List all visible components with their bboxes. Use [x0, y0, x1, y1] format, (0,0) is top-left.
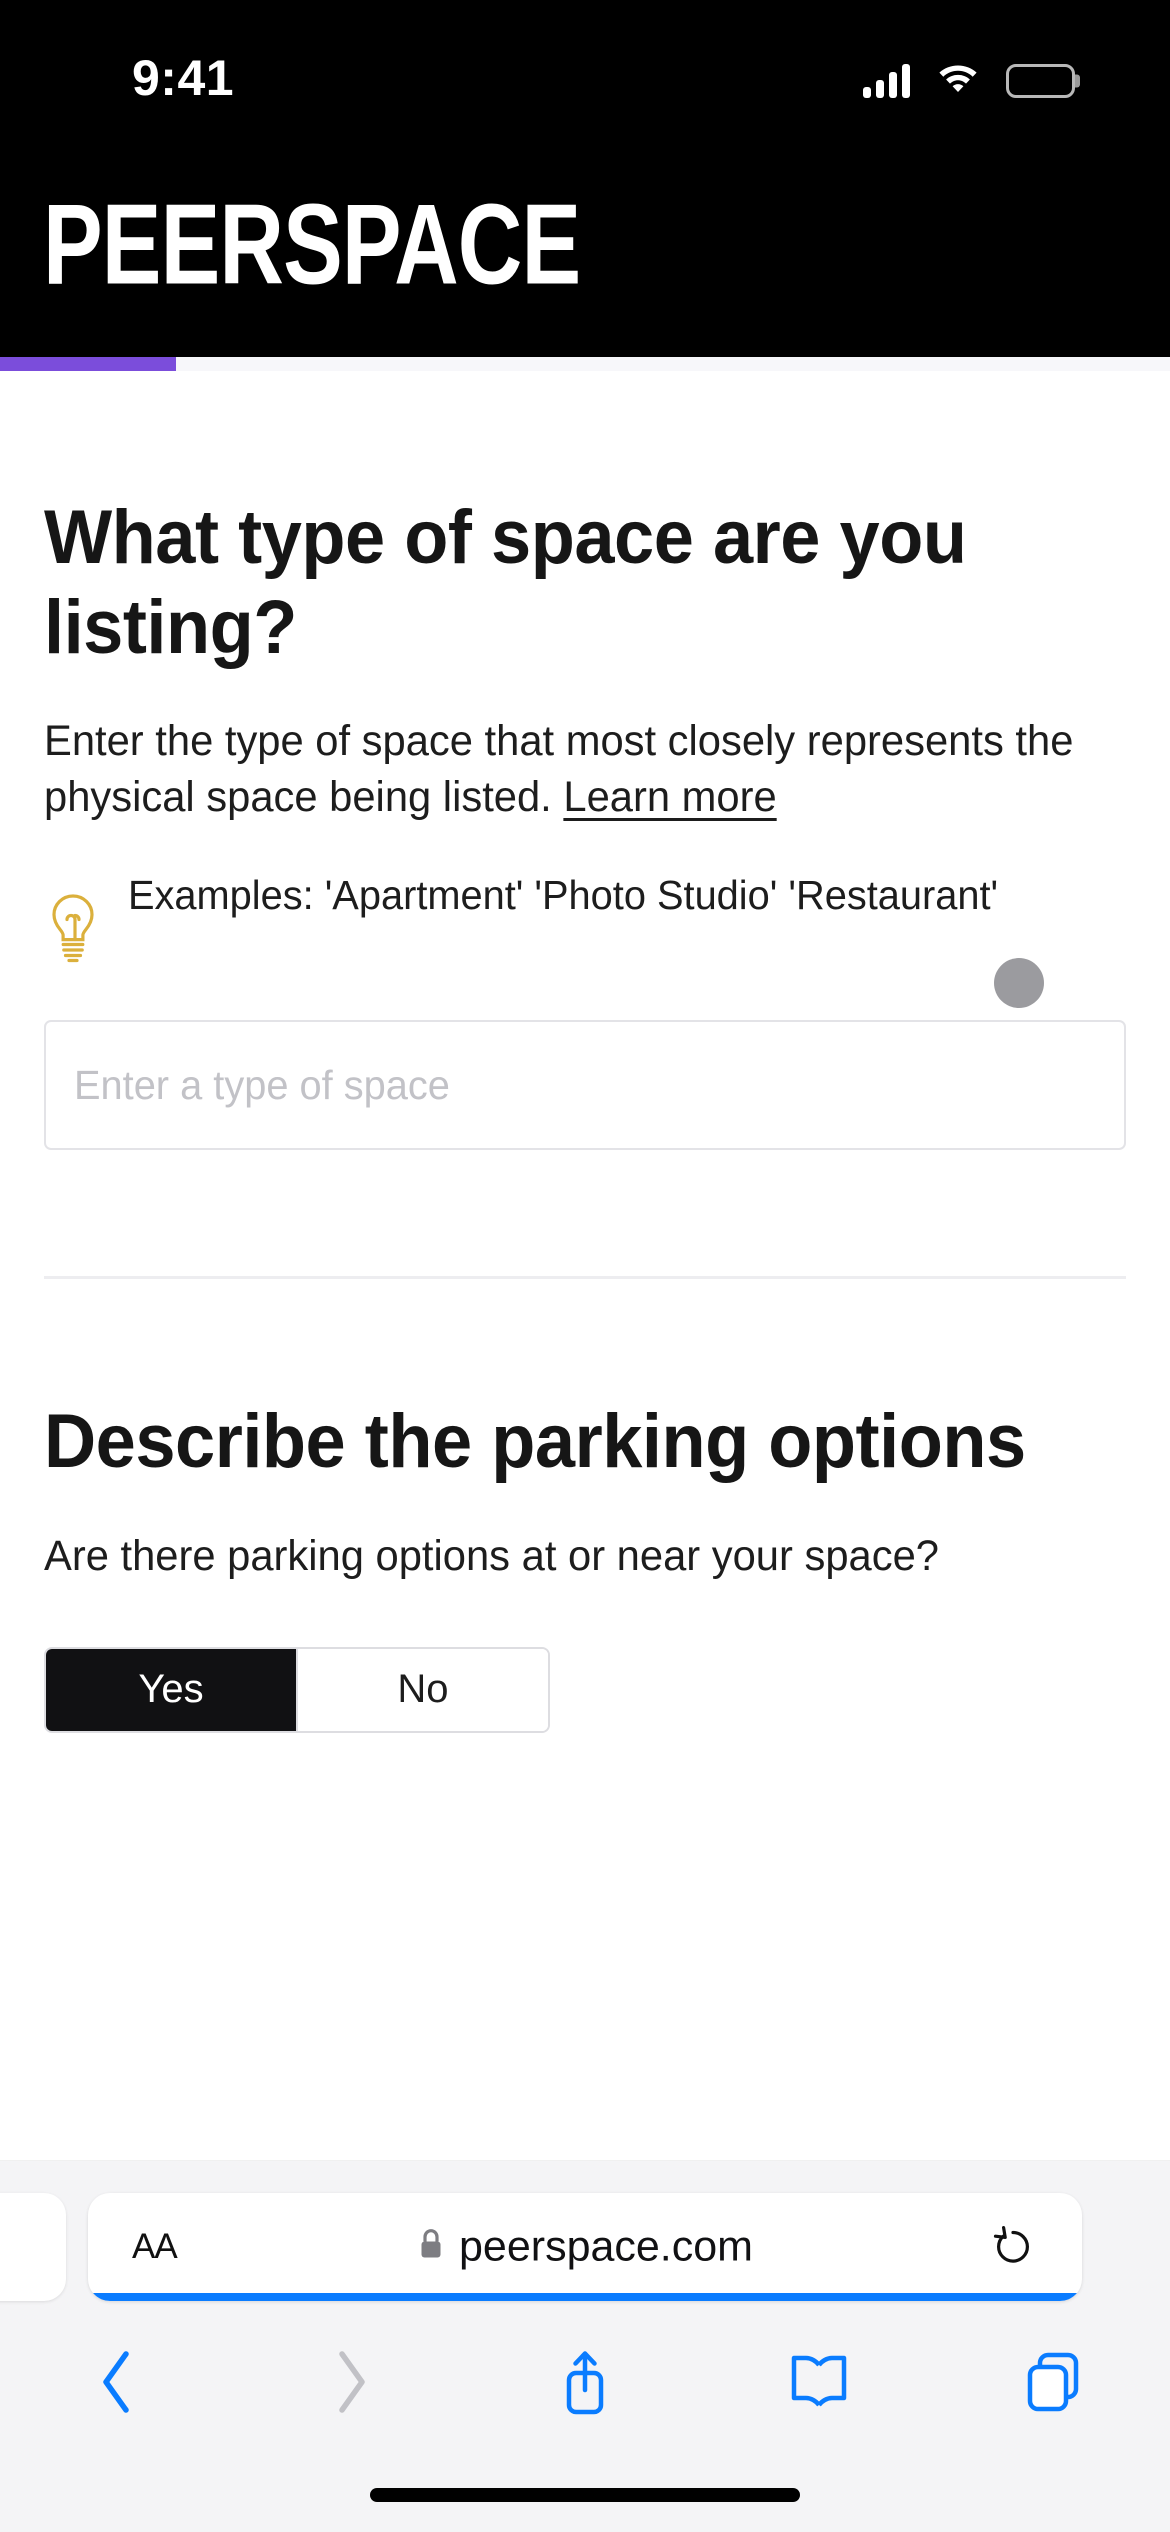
learn-more-link[interactable]: Learn more: [563, 773, 776, 821]
lightbulb-icon: [44, 892, 102, 964]
forward-icon: [331, 2349, 371, 2420]
page-content: What type of space are you listing? Ente…: [0, 371, 1170, 2161]
space-type-hint-text: Examples: 'Apartment' 'Photo Studio' 'Re…: [128, 872, 999, 919]
pointer-dot: [994, 958, 1044, 1009]
forward-button[interactable]: [234, 2324, 468, 2444]
page-title: What type of space are you listing?: [44, 495, 967, 670]
home-indicator: [370, 2488, 800, 2502]
reload-icon[interactable]: [990, 2224, 1036, 2270]
parking-toggle-group: Yes No: [44, 1646, 550, 1733]
battery-icon: [1006, 64, 1075, 98]
bookmarks-icon: [788, 2352, 850, 2417]
space-type-hint: Examples: 'Apartment' 'Photo Studio' 'Re…: [44, 868, 1126, 964]
lock-icon: [417, 2227, 445, 2268]
parking-option-no[interactable]: No: [296, 1648, 548, 1731]
wifi-icon: [936, 59, 980, 98]
safari-browser-chrome: AA peerspace.com: [0, 2161, 1170, 2532]
url-text: peerspace.com: [459, 2222, 753, 2271]
tabs-button[interactable]: [936, 2324, 1170, 2444]
onboarding-progress-fill: [0, 357, 176, 371]
cellular-signal-icon: [863, 64, 910, 98]
space-type-description: Enter the type of space that most closel…: [44, 714, 1094, 826]
parking-title: Describe the parking options: [44, 1399, 1026, 1485]
status-bar-time: 9:41: [132, 49, 235, 106]
safari-address-bar[interactable]: AA peerspace.com: [88, 2193, 1082, 2301]
onboarding-progress-track: [0, 357, 1170, 371]
safari-tab-strip: AA peerspace.com: [0, 2193, 1170, 2301]
parking-description: Are there parking options at or near you…: [44, 1531, 939, 1580]
space-type-input-placeholder: Enter a type of space: [74, 1061, 450, 1108]
status-bar-icons: [863, 59, 1075, 98]
site-header: PEERSPACE: [0, 135, 1170, 357]
space-type-description-text: Enter the type of space that most closel…: [44, 717, 1074, 822]
back-button[interactable]: [0, 2324, 234, 2444]
section-space-type: What type of space are you listing? Ente…: [0, 371, 1170, 1151]
section-parking: Describe the parking options Are there p…: [0, 1279, 1170, 1733]
space-type-input-zone: Enter a type of space: [44, 958, 1126, 1151]
share-button[interactable]: [468, 2324, 702, 2444]
space-type-input[interactable]: Enter a type of space: [44, 1020, 1126, 1151]
safari-toolbar: [0, 2324, 1170, 2444]
status-bar: 9:41: [0, 0, 1170, 135]
text-size-button[interactable]: AA: [132, 2227, 178, 2267]
bookmarks-button[interactable]: [702, 2324, 936, 2444]
phone-screen: 9:41 PEERSPACE What type of space are yo…: [0, 0, 1170, 2532]
adjacent-tab[interactable]: [0, 2193, 66, 2301]
back-icon: [97, 2349, 137, 2420]
tabs-icon: [1022, 2349, 1084, 2420]
share-icon: [557, 2346, 613, 2423]
peerspace-logo[interactable]: PEERSPACE: [43, 188, 581, 303]
url-display: peerspace.com: [88, 2223, 1082, 2272]
text-size-label: AA: [132, 2227, 178, 2266]
parking-option-yes[interactable]: Yes: [46, 1648, 296, 1731]
page-load-progress: [88, 2293, 1082, 2301]
